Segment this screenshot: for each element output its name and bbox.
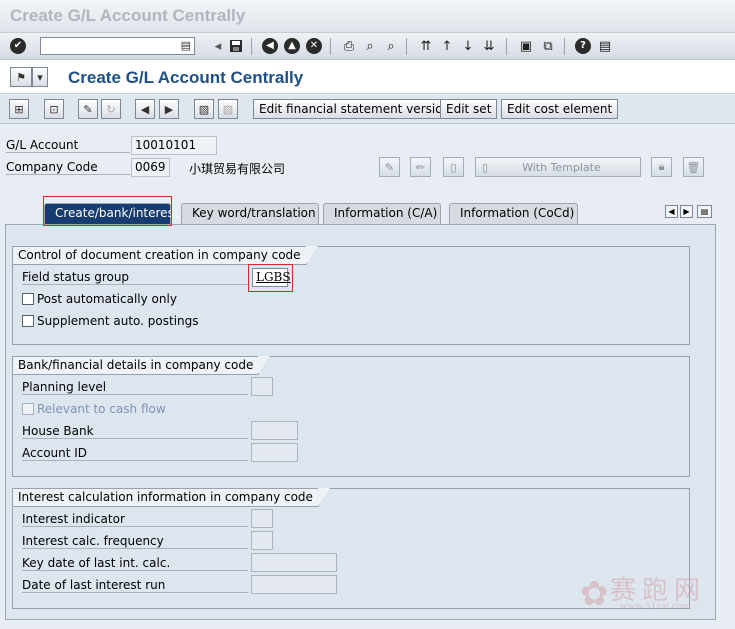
- edit-icon[interactable]: ✏: [410, 157, 431, 177]
- key-date-label: Key date of last int. calc.: [22, 556, 248, 571]
- interest-calc-group-title: Interest calculation information in comp…: [13, 488, 330, 507]
- app-title: Create G/L Account Centrally: [68, 68, 304, 87]
- application-toolbar: ⊞ ⊡ ✎ ↻ ◀ ▶ ▧ ▨ Edit financial statement…: [0, 94, 735, 124]
- display-change-icon[interactable]: ✎: [78, 99, 98, 119]
- window-title: Create G/L Account Centrally: [10, 6, 246, 25]
- planning-level-field[interactable]: [251, 377, 273, 396]
- doc-creation-group-title: Control of document creation in company …: [13, 246, 318, 265]
- edit-set-button[interactable]: Edit set: [440, 99, 498, 119]
- planning-level-label: Planning level: [22, 380, 248, 395]
- window-title-bar: Create G/L Account Centrally: [0, 0, 735, 33]
- hierarchy-icon[interactable]: ⊞: [9, 99, 29, 119]
- exit-icon[interactable]: ▲: [284, 38, 300, 54]
- company-code-field[interactable]: 0069: [131, 158, 170, 177]
- tab-scroll-left-icon[interactable]: ◀: [665, 205, 678, 218]
- command-field[interactable]: ▤: [40, 37, 195, 55]
- edit-cost-element-button[interactable]: Edit cost element: [501, 99, 619, 119]
- find-next-icon[interactable]: ⌕: [382, 37, 400, 55]
- tab-list-icon[interactable]: ▤: [697, 205, 712, 218]
- menu-icon[interactable]: ⚑: [10, 67, 32, 87]
- gl-account-field[interactable]: 10010101: [131, 136, 217, 155]
- change-icon[interactable]: ✎: [379, 157, 400, 177]
- first-page-icon[interactable]: ⇈: [417, 37, 435, 55]
- tab-scroll-right-icon[interactable]: ▶: [680, 205, 693, 218]
- edit-fs-version-button[interactable]: Edit financial statement version: [253, 99, 457, 119]
- previous-icon[interactable]: ◀: [135, 99, 155, 119]
- interest-frequency-label: Interest calc. frequency: [22, 534, 248, 549]
- post-auto-checkbox[interactable]: [22, 293, 34, 305]
- command-dropdown-icon[interactable]: ▤: [181, 39, 191, 52]
- interest-frequency-field[interactable]: [251, 531, 273, 550]
- find-icon[interactable]: ⌕: [361, 37, 379, 55]
- help-icon[interactable]: ?: [575, 38, 591, 54]
- application-title-bar: ⚑ ▾ Create G/L Account Centrally: [0, 60, 735, 94]
- field-status-highlight-box: [248, 264, 293, 292]
- template-icon: ▯: [482, 160, 489, 174]
- block-icon[interactable]: ▧: [194, 99, 214, 119]
- supplement-auto-checkbox[interactable]: [22, 315, 34, 327]
- last-interest-run-field[interactable]: [251, 575, 337, 594]
- create-icon[interactable]: ▯: [443, 157, 464, 177]
- previous-page-icon[interactable]: ↑: [438, 37, 456, 55]
- save-icon[interactable]: [227, 37, 245, 55]
- back-icon[interactable]: ◀: [262, 38, 278, 54]
- create-session-icon[interactable]: ▣: [517, 37, 535, 55]
- cash-flow-label: Relevant to cash flow: [37, 402, 166, 416]
- supplement-auto-label: Supplement auto. postings: [37, 314, 199, 328]
- account-id-field[interactable]: [251, 443, 298, 462]
- lock-icon[interactable]: 🔒︎: [651, 157, 672, 177]
- refresh-icon[interactable]: ↻: [101, 99, 121, 119]
- tab-highlight-box: [43, 196, 172, 226]
- interest-calc-group-title-text: Interest calculation information in comp…: [18, 490, 313, 504]
- house-bank-field[interactable]: [251, 421, 298, 440]
- watermark: ✿ 赛跑网 www.51sai.com: [580, 570, 730, 620]
- cancel-icon[interactable]: ✕: [306, 38, 322, 54]
- account-id-label: Account ID: [22, 446, 248, 461]
- gl-account-label: G/L Account: [6, 138, 130, 153]
- customize-layout-icon[interactable]: ▤: [596, 37, 614, 55]
- delete-icon[interactable]: ▨: [218, 99, 238, 119]
- history-left-icon[interactable]: ◂: [209, 37, 227, 55]
- cash-flow-checkbox[interactable]: [22, 403, 34, 415]
- tab-information-cocd[interactable]: Information (CoCd): [449, 203, 578, 224]
- next-icon[interactable]: ▶: [159, 99, 179, 119]
- last-interest-run-label: Date of last interest run: [22, 578, 248, 593]
- bank-details-group-title: Bank/financial details in company code: [13, 356, 271, 375]
- post-auto-label: Post automatically only: [37, 292, 177, 306]
- with-template-label: With Template: [522, 160, 601, 174]
- trash-icon[interactable]: 🗑︎: [683, 157, 704, 177]
- tab-key-word-translation[interactable]: Key word/translation: [181, 203, 319, 224]
- interest-indicator-field[interactable]: [251, 509, 273, 528]
- menu-dropdown-icon[interactable]: ▾: [32, 67, 48, 87]
- next-page-icon[interactable]: ↓: [459, 37, 477, 55]
- company-code-label: Company Code: [6, 160, 130, 175]
- interest-indicator-label: Interest indicator: [22, 512, 248, 527]
- bank-details-group-title-text: Bank/financial details in company code: [18, 358, 254, 372]
- watermark-url: www.51sai.com: [620, 602, 692, 612]
- company-name: 小琪贸易有限公司: [189, 162, 286, 176]
- last-page-icon[interactable]: ⇊: [480, 37, 498, 55]
- print-icon[interactable]: ⎙: [340, 37, 358, 55]
- enter-icon[interactable]: ✔: [10, 38, 26, 54]
- house-bank-label: House Bank: [22, 424, 248, 439]
- other-account-icon[interactable]: ⊡: [44, 99, 64, 119]
- doc-creation-group-title-text: Control of document creation in company …: [18, 248, 301, 262]
- field-status-group-label: Field status group: [22, 270, 248, 285]
- watermark-logo-icon: ✿: [580, 574, 609, 614]
- key-date-field[interactable]: [251, 553, 337, 572]
- with-template-button[interactable]: ▯ With Template: [475, 157, 641, 177]
- shortcut-icon[interactable]: ⧉: [539, 37, 557, 55]
- tab-information-ca[interactable]: Information (C/A): [323, 203, 441, 224]
